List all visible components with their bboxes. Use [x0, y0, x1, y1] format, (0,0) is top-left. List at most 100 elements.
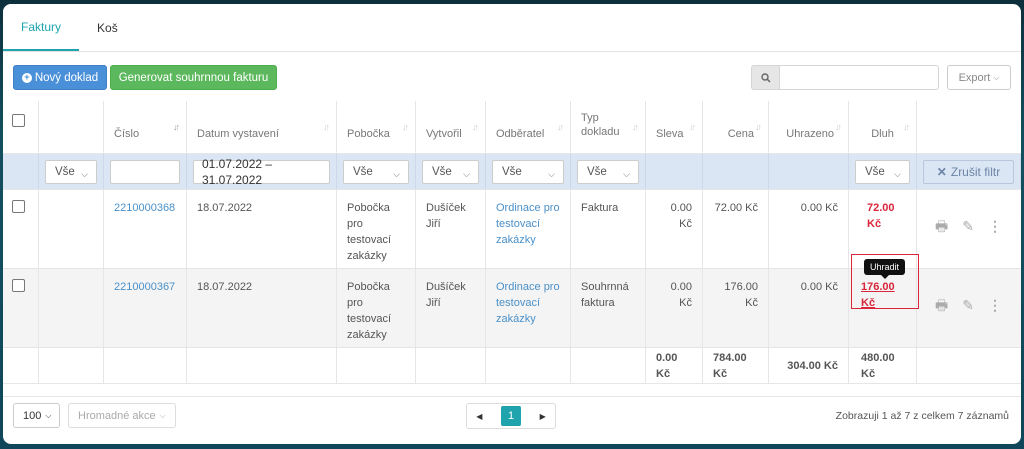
header-actions	[917, 101, 1021, 153]
clear-filter-label: Zrušit filtr	[950, 165, 1001, 179]
totals-empty	[337, 348, 416, 383]
pay-tooltip: Uhradit	[864, 259, 906, 279]
clear-filter-button[interactable]: ✕ Zrušit filtr	[923, 160, 1014, 184]
pencil-icon[interactable]: ✎	[962, 297, 974, 313]
header-cena[interactable]: Cena ↓↑	[703, 101, 769, 153]
invoice-number-link[interactable]: 2210000367	[114, 281, 175, 293]
filter-col2-value: Vše	[55, 166, 75, 178]
row-sleva: 0.00 Kč	[646, 269, 703, 347]
header-pobocka-label: Pobočka	[347, 128, 390, 140]
header-odberatel[interactable]: Odběratel ↓↑	[486, 101, 571, 153]
sort-icon: ↓↑	[323, 122, 330, 132]
row-col2	[39, 269, 104, 347]
filter-cena-cell	[703, 154, 769, 189]
chevron-down-icon: ⌵	[894, 169, 901, 179]
filter-vytvoril-select[interactable]: Vše ⌵	[422, 160, 479, 184]
filter-dluh-value: Vše	[865, 166, 885, 178]
close-icon: ✕	[936, 165, 947, 179]
pencil-icon[interactable]: ✎	[962, 218, 974, 234]
filter-empty	[3, 154, 39, 189]
row-datum: 18.07.2022	[187, 190, 337, 268]
row-cislo-cell: 2210000368	[104, 190, 187, 268]
sort-icon: ↓↑	[557, 122, 564, 132]
header-pobocka[interactable]: Pobočka ↓↑	[337, 101, 416, 153]
row-vytvoril: Dušíček Jiří	[416, 190, 486, 268]
row-col2	[39, 190, 104, 268]
filter-col2-select[interactable]: Vše ⌵	[45, 160, 97, 184]
records-info: Zobrazuji 1 až 7 z celkem 7 záznamů	[835, 410, 1009, 422]
filter-pobocka-value: Vše	[353, 166, 373, 178]
header-dluh-label: Dluh	[871, 128, 894, 140]
header-typ-label: Typ dokladu	[581, 112, 620, 138]
invoice-number-link[interactable]: 2210000368	[114, 202, 175, 214]
totals-empty	[571, 348, 646, 383]
row-typ: Faktura	[571, 190, 646, 268]
tab-faktury[interactable]: Faktury	[3, 4, 80, 51]
generate-summary-invoice-button[interactable]: Generovat souhrnnou fakturu	[110, 65, 277, 90]
header-sleva[interactable]: Sleva ↓↑	[646, 101, 703, 153]
more-vertical-icon[interactable]: ⋮	[988, 297, 1002, 313]
row-pobocka: Pobočka pro testovací zakázky	[337, 190, 416, 268]
chevron-down-icon: ⌵	[623, 169, 630, 179]
tab-kos[interactable]: Koš	[79, 4, 136, 51]
invoices-table: Číslo ↓↑ Datum vystavení ↓↑ Pobočka ↓↑ V…	[3, 101, 1021, 397]
customer-link[interactable]: Ordinace pro testovací zakázky	[496, 202, 560, 246]
filter-cislo-cell	[104, 154, 187, 189]
search-input[interactable]	[780, 65, 939, 90]
sort-icon: ↓↑	[472, 122, 479, 132]
sort-icon: ↓↑	[402, 122, 409, 132]
customer-link[interactable]: Ordinace pro testovací zakázky	[496, 281, 560, 325]
filter-odberatel-value: Vše	[502, 166, 522, 178]
bulk-actions-select[interactable]: Hromadné akce ⌵	[68, 403, 176, 428]
filter-odberatel-select[interactable]: Vše ⌵	[492, 160, 564, 184]
print-icon[interactable]: 🖶	[935, 218, 948, 234]
select-all-checkbox[interactable]	[12, 114, 25, 127]
filter-pobocka-select[interactable]: Vše ⌵	[343, 160, 409, 184]
chevron-down-icon: ⌵	[393, 169, 400, 179]
debt-amount[interactable]: 72.00 Kč	[867, 202, 895, 230]
header-select-all-cell	[3, 101, 39, 153]
filter-dluh-cell: Vše ⌵	[849, 154, 917, 189]
total-cena: 784.00 Kč	[703, 348, 769, 383]
header-dluh[interactable]: Dluh ↓↑	[849, 101, 917, 153]
filter-dluh-select[interactable]: Vše ⌵	[855, 160, 910, 184]
row-uhrazeno: 0.00 Kč	[769, 190, 849, 268]
print-icon[interactable]: 🖶	[935, 297, 948, 313]
row-checkbox[interactable]	[12, 279, 25, 292]
filter-typ-select[interactable]: Vše ⌵	[577, 160, 639, 184]
search-button[interactable]	[751, 65, 780, 90]
search-group	[751, 65, 939, 90]
row-select-cell	[3, 269, 39, 347]
pagination: ◀ 1 ▶	[466, 403, 556, 429]
totals-empty	[416, 348, 486, 383]
table-spacer	[3, 384, 1021, 397]
prev-page-icon[interactable]: ◀	[476, 412, 482, 421]
totals-empty	[104, 348, 187, 383]
header-vytvoril-label: Vytvořil	[426, 128, 462, 140]
sort-icon: ↓↑	[755, 122, 762, 132]
row-checkbox[interactable]	[12, 200, 25, 213]
header-uhrazeno[interactable]: Uhrazeno ↓↑	[769, 101, 849, 153]
header-datum-label: Datum vystavení	[197, 128, 279, 140]
more-vertical-icon[interactable]: ⋮	[988, 218, 1002, 234]
row-odberatel-cell: Ordinace pro testovací zakázky	[486, 190, 571, 268]
sort-icon: ↓↑	[835, 122, 842, 132]
totals-empty	[917, 348, 1021, 383]
export-label: Export	[958, 71, 991, 84]
export-dropdown[interactable]: Export ⌵	[947, 65, 1011, 90]
header-cislo[interactable]: Číslo ↓↑	[104, 101, 187, 153]
header-datum[interactable]: Datum vystavení ↓↑	[187, 101, 337, 153]
row-odberatel-cell: Ordinace pro testovací zakázky	[486, 269, 571, 347]
table-footer: 100 ⌵ Hromadné akce ⌵ ◀ 1 ▶ Zobrazuji 1 …	[13, 403, 1011, 431]
header-typ[interactable]: Typ dokladu ↓↑	[571, 101, 646, 153]
filter-uhrazeno-cell	[769, 154, 849, 189]
header-vytvoril[interactable]: Vytvořil ↓↑	[416, 101, 486, 153]
next-page-icon[interactable]: ▶	[540, 412, 546, 421]
filter-date-range-input[interactable]: 01.07.2022 – 31.07.2022	[193, 157, 330, 187]
new-document-button[interactable]: + Nový doklad	[13, 65, 107, 90]
filter-cislo-input[interactable]	[110, 160, 180, 184]
page-size-select[interactable]: 100 ⌵	[13, 403, 60, 428]
page-number-button[interactable]: 1	[501, 406, 521, 426]
header-odberatel-label: Odběratel	[496, 128, 545, 140]
header-uhrazeno-label: Uhrazeno	[786, 128, 834, 140]
